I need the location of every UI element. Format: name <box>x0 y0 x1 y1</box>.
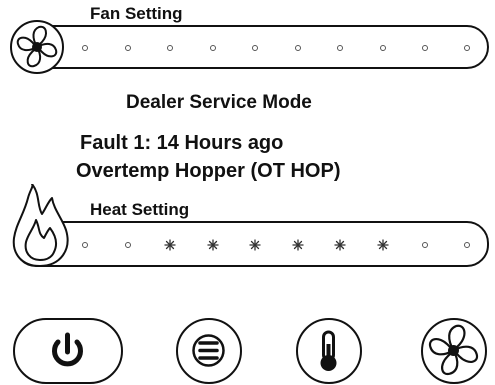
fan-icon <box>428 324 479 376</box>
heat-step-active[interactable] <box>249 239 261 251</box>
fan-step-dot[interactable] <box>82 45 88 51</box>
heat-step-dot[interactable] <box>464 242 470 248</box>
temperature-button[interactable] <box>296 318 362 384</box>
power-button[interactable] <box>13 318 123 384</box>
flame-icon <box>12 183 69 267</box>
fan-setting-label: Fan Setting <box>90 4 183 23</box>
heat-setting-label: Heat Setting <box>90 200 190 219</box>
heat-step-active[interactable] <box>292 239 304 251</box>
fan-step-dot[interactable] <box>337 45 343 51</box>
menu-button[interactable] <box>176 318 242 384</box>
fan-step-dot[interactable] <box>210 45 216 51</box>
fan-step-dot[interactable] <box>125 45 131 51</box>
fan-step-dot[interactable] <box>167 45 173 51</box>
thermometer-icon <box>320 330 337 371</box>
fan-button[interactable] <box>421 318 487 384</box>
fan-step-dot[interactable] <box>295 45 301 51</box>
fault-time-line: Fault 1: 14 Hours ago <box>80 132 284 154</box>
heat-setting-icon-holder <box>10 183 72 268</box>
fan-step-dot[interactable] <box>252 45 258 51</box>
power-icon <box>52 332 83 367</box>
heat-step-dot[interactable] <box>82 242 88 248</box>
heat-step-active[interactable] <box>164 239 176 251</box>
fan-step-dot[interactable] <box>380 45 386 51</box>
heat-step-dot[interactable] <box>125 242 131 248</box>
heat-step-active[interactable] <box>334 239 346 251</box>
mode-title: Dealer Service Mode <box>126 92 312 113</box>
fault-description-line: Overtemp Hopper (OT HOP) <box>76 160 341 182</box>
heat-step-active[interactable] <box>377 239 389 251</box>
fan-step-dot[interactable] <box>464 45 470 51</box>
heat-step-dot[interactable] <box>422 242 428 248</box>
hamburger-menu-icon <box>192 334 225 367</box>
fan-icon <box>16 25 58 68</box>
heat-step-active[interactable] <box>207 239 219 251</box>
fan-step-dot[interactable] <box>422 45 428 51</box>
fan-setting-icon-holder <box>10 20 64 74</box>
